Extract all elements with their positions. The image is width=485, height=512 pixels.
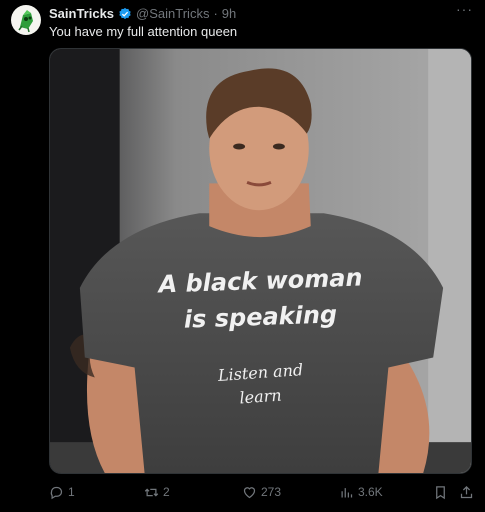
tweet-text: You have my full attention queen	[49, 24, 238, 39]
timestamp[interactable]: 9h	[222, 6, 236, 22]
reply-icon	[50, 486, 63, 499]
more-options-icon[interactable]: ···	[456, 2, 473, 16]
handle[interactable]: @SainTricks	[136, 6, 209, 22]
tweet[interactable]: SainTricks @SainTricks · 9h ··· You have…	[0, 0, 485, 512]
avatar[interactable]	[11, 5, 41, 35]
like-button[interactable]: 273	[242, 482, 281, 502]
display-name[interactable]: SainTricks	[49, 6, 114, 22]
separator-dot: ·	[213, 6, 218, 21]
views-count: 3.6K	[358, 485, 383, 499]
verified-badge-icon	[118, 7, 132, 21]
like-count: 273	[261, 485, 282, 499]
green-mascot-avatar-icon	[18, 10, 33, 33]
share-icon	[460, 485, 473, 498]
tweet-media-image[interactable]: A black woman is speaking Listen and lea…	[49, 48, 472, 474]
reply-button[interactable]: 1	[49, 482, 75, 502]
views-button[interactable]: 3.6K	[339, 482, 383, 502]
bookmark-icon	[436, 485, 445, 499]
views-chart-icon	[341, 487, 353, 497]
retweet-button[interactable]: 2	[144, 482, 170, 502]
retweet-icon	[144, 487, 159, 497]
bookmark-button[interactable]	[433, 482, 448, 502]
reply-count: 1	[68, 485, 75, 499]
tweet-header: SainTricks @SainTricks · 9h	[49, 6, 455, 22]
tweet-actions-bar: 1 2 273 3.6K	[49, 482, 477, 502]
share-button[interactable]	[459, 482, 474, 502]
retweet-count: 2	[163, 485, 170, 499]
heart-icon	[243, 486, 256, 498]
